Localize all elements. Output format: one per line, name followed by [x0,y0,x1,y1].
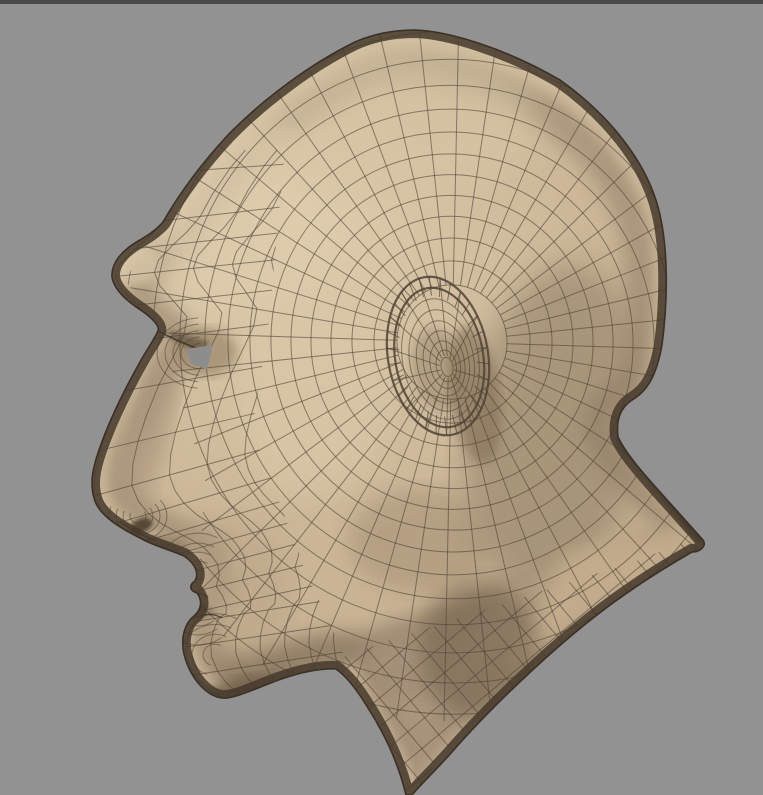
head-mesh[interactable] [0,0,763,795]
head-mesh-render [0,0,763,795]
viewport-3d[interactable] [0,0,763,795]
